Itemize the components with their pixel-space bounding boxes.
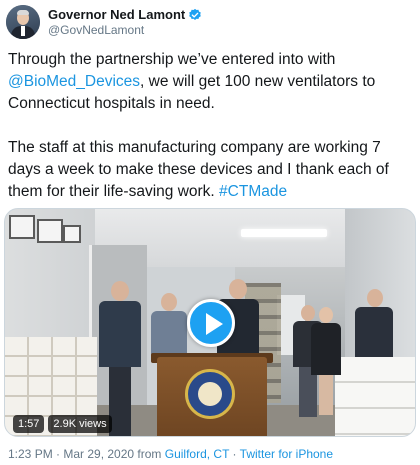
tweet-paragraph-1: Through the partnership we’ve entered in…	[8, 49, 414, 115]
state-seal-icon	[185, 369, 235, 419]
source-link[interactable]: Twitter for iPhone	[240, 447, 333, 461]
tweet-text-segment: Through the partnership we’ve entered in…	[8, 51, 336, 68]
play-button[interactable]	[187, 299, 235, 347]
tweet-footer: 1:23 PM · Mar 29, 2020 from Guilford, CT…	[8, 447, 333, 461]
tweet-paragraph-2: The staff at this manufacturing company …	[8, 137, 414, 203]
tweet-card: Governor Ned Lamont @GovNedLamont Throug…	[0, 0, 420, 465]
location-link[interactable]: Guilford, CT	[165, 447, 229, 461]
avatar[interactable]	[6, 5, 40, 39]
video-view-count: 2.9K views	[48, 415, 112, 433]
video-player[interactable]: 1:57 2.9K views	[4, 208, 416, 437]
tweet-text: Through the partnership we’ve entered in…	[8, 49, 414, 203]
play-icon	[206, 313, 223, 335]
footer-separator: ·	[229, 447, 240, 461]
hashtag-link[interactable]: #CTMade	[219, 183, 287, 200]
video-duration: 1:57	[13, 415, 45, 433]
author-handle[interactable]: @GovNedLamont	[48, 23, 202, 37]
display-name[interactable]: Governor Ned Lamont	[48, 7, 185, 22]
author-names: Governor Ned Lamont @GovNedLamont	[48, 7, 202, 37]
tweet-text-segment: The staff at this manufacturing company …	[8, 139, 389, 200]
mention-link[interactable]: @BioMed_Devices	[8, 73, 140, 90]
video-meta: 1:57 2.9K views	[13, 415, 116, 433]
verified-badge-icon	[188, 8, 202, 22]
tweet-header: Governor Ned Lamont @GovNedLamont	[6, 4, 202, 40]
tweet-timestamp[interactable]: 1:23 PM · Mar 29, 2020 from	[8, 447, 165, 461]
